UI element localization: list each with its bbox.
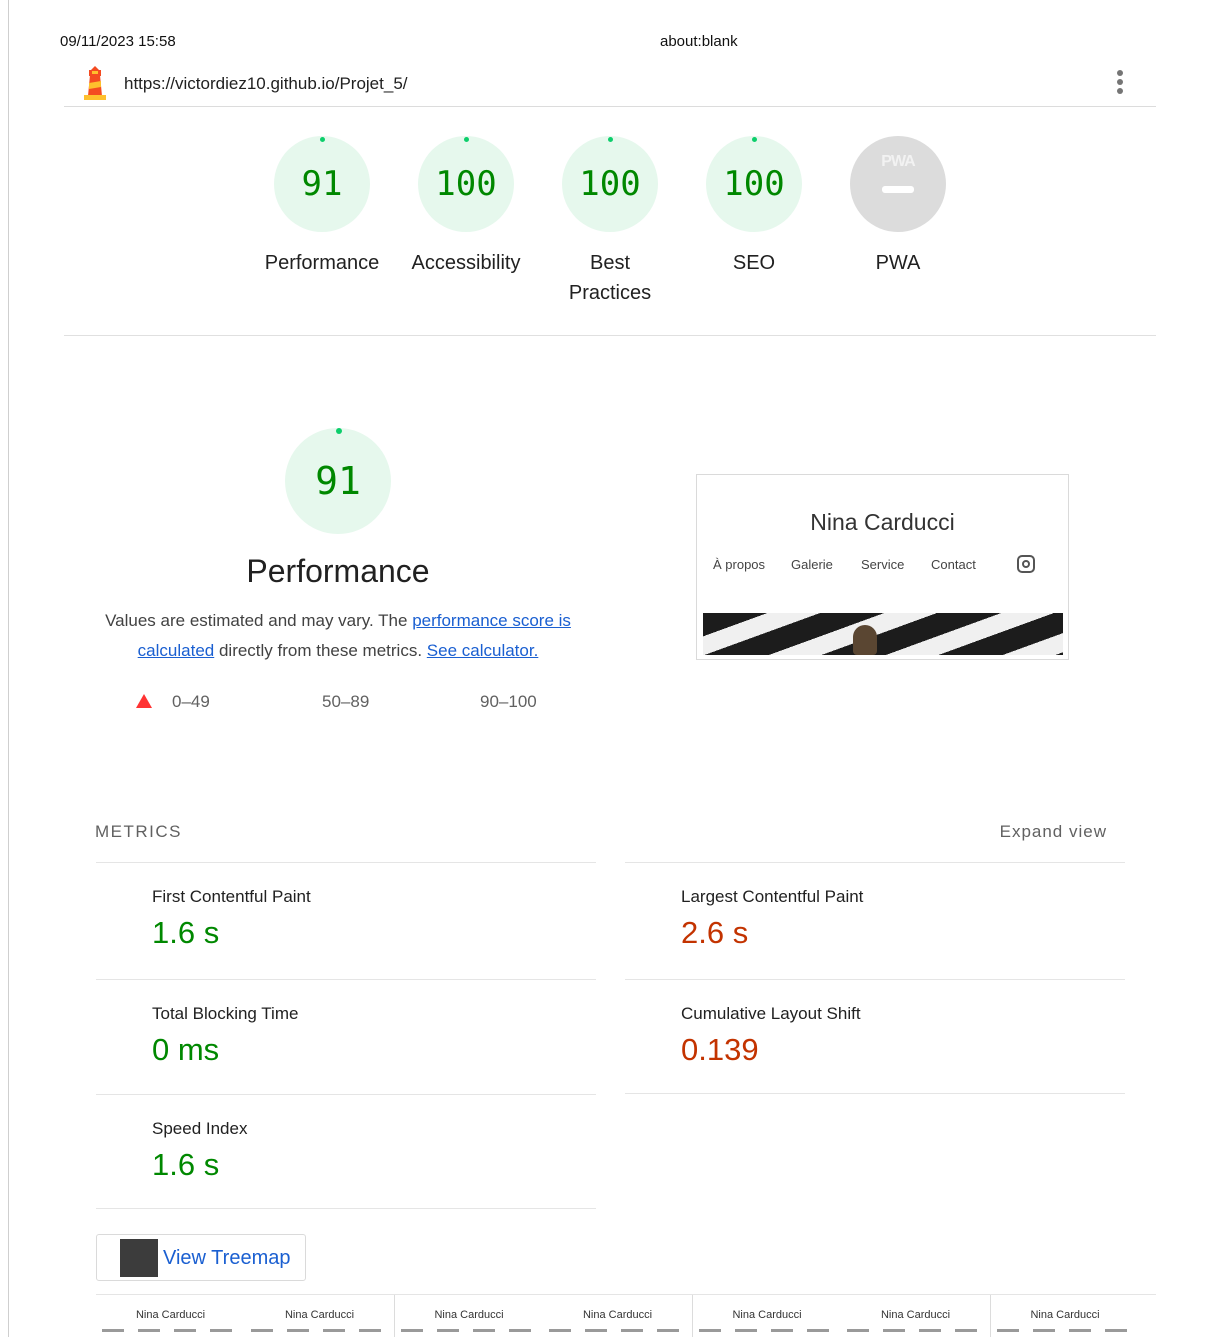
gauge-score: 91 xyxy=(301,164,343,204)
screenshot-nav-item: Contact xyxy=(931,557,976,572)
print-date: 09/11/2023 15:58 xyxy=(60,33,176,50)
metric-label: Largest Contentful Paint xyxy=(681,887,864,906)
gauge-circle: 91 xyxy=(274,136,370,232)
performance-score: 91 xyxy=(315,459,361,503)
fail-triangle-icon xyxy=(136,694,152,708)
report-topbar: https://victordiez10.github.io/Projet_5/ xyxy=(64,62,1156,107)
performance-description: Values are estimated and may vary. The p… xyxy=(98,606,578,666)
metric-value: 0.139 xyxy=(681,1032,759,1067)
filmstrip-frame: Nina Carducci xyxy=(245,1295,394,1337)
metric-value: 1.6 s xyxy=(152,1147,220,1182)
filmstrip: Nina Carducci Nina Carducci Nina Carducc… xyxy=(96,1294,1156,1337)
frame-title: Nina Carducci xyxy=(284,1309,355,1321)
gauge-accessibility[interactable]: 100 Accessibility xyxy=(394,136,538,278)
frame-title: Nina Carducci xyxy=(880,1309,951,1321)
pwa-badge-icon: PWA xyxy=(850,136,946,232)
gauge-seo[interactable]: 100 SEO xyxy=(682,136,826,278)
print-title: about:blank xyxy=(660,33,738,50)
report-url[interactable]: https://victordiez10.github.io/Projet_5/ xyxy=(124,74,408,94)
gauge-label: Performance xyxy=(264,252,380,274)
view-treemap-button[interactable]: View Treemap xyxy=(96,1234,306,1281)
gauge-label: Accessibility xyxy=(411,252,521,274)
print-header: 09/11/2023 15:58 about:blank xyxy=(60,33,1156,53)
legend-fail-label: 0–49 xyxy=(172,692,210,711)
filmstrip-frame: Nina Carducci xyxy=(692,1295,841,1337)
treemap-label: View Treemap xyxy=(163,1247,291,1269)
lighthouse-icon xyxy=(84,66,106,100)
desc-text: directly from these metrics. xyxy=(214,641,427,660)
metric-divider xyxy=(96,1208,596,1209)
metric-first-contentful-paint: First Contentful Paint 1.6 s xyxy=(96,862,596,978)
frame-title: Nina Carducci xyxy=(582,1309,653,1321)
metric-label: Cumulative Layout Shift xyxy=(681,1004,861,1023)
metric-value: 0 ms xyxy=(152,1032,220,1067)
filmstrip-frame: Nina Carducci xyxy=(96,1295,245,1337)
score-scale-legend: 0–49 50–89 90–100 xyxy=(136,692,576,716)
metric-total-blocking-time: Total Blocking Time 0 ms xyxy=(96,979,596,1095)
metric-speed-index: Speed Index 1.6 s xyxy=(96,1094,596,1210)
filmstrip-frame: Nina Carducci xyxy=(543,1295,692,1337)
frame-title: Nina Carducci xyxy=(434,1309,504,1321)
gauge-label: PWA xyxy=(875,252,921,274)
legend-fail: 0–49 xyxy=(136,692,210,712)
performance-gauge: 91 xyxy=(285,428,391,534)
metric-largest-contentful-paint: Largest Contentful Paint 2.6 s xyxy=(625,862,1125,978)
pwa-badge-text: PWA xyxy=(881,153,915,170)
gauge-score: 100 xyxy=(723,164,785,204)
gauge-pwa[interactable]: PWA PWA xyxy=(826,136,970,278)
metric-label: Speed Index xyxy=(152,1119,248,1138)
metric-label: First Contentful Paint xyxy=(152,887,311,906)
screenshot-nav-item: À propos xyxy=(713,557,766,572)
screenshot-nav-item: Galerie xyxy=(791,557,833,572)
filmstrip-frame: Nina Carducci xyxy=(990,1295,1139,1337)
treemap-icon xyxy=(120,1239,158,1277)
gauge-label: SEO xyxy=(732,252,776,274)
metric-label: Total Blocking Time xyxy=(152,1004,299,1023)
screenshot-banner-image xyxy=(703,613,1063,655)
gauge-circle: 100 xyxy=(418,136,514,232)
category-gauges: 91 Performance 100 Accessibility 100 Bes… xyxy=(250,136,950,316)
gauge-score: 100 xyxy=(435,164,497,204)
gauge-performance[interactable]: 91 Performance xyxy=(250,136,394,278)
metric-divider xyxy=(625,1093,1125,1094)
screenshot-site-title: Nina Carducci xyxy=(810,509,955,535)
gauge-circle: 100 xyxy=(706,136,802,232)
see-calculator-link[interactable]: See calculator. xyxy=(427,641,539,660)
metrics-header: METRICS Expand view xyxy=(95,822,1107,842)
frame-title: Nina Carducci xyxy=(1030,1309,1100,1321)
legend-average: 50–89 xyxy=(322,692,370,711)
filmstrip-frame: Nina Carducci xyxy=(841,1295,990,1337)
metric-value: 1.6 s xyxy=(152,915,220,950)
page-border xyxy=(8,0,9,1337)
screenshot-nav-item: Service xyxy=(861,557,905,572)
performance-title: Performance xyxy=(246,553,430,589)
legend-pass: 90–100 xyxy=(480,692,537,711)
gauge-label: Best Practices xyxy=(568,252,652,304)
metric-value: 2.6 s xyxy=(681,915,749,950)
section-divider xyxy=(64,335,1156,336)
instagram-icon xyxy=(1017,555,1035,573)
frame-title: Nina Carducci xyxy=(732,1309,802,1321)
filmstrip-frame: Nina Carducci xyxy=(394,1295,543,1337)
kebab-menu-icon[interactable] xyxy=(1116,70,1124,98)
desc-text: Values are estimated and may vary. The xyxy=(105,611,413,630)
gauge-best-practices[interactable]: 100 Best Practices xyxy=(538,136,682,308)
final-screenshot[interactable]: Nina Carducci À propos Galerie Service C… xyxy=(696,474,1069,660)
expand-view-button[interactable]: Expand view xyxy=(1000,822,1107,842)
metric-cumulative-layout-shift: Cumulative Layout Shift 0.139 xyxy=(625,979,1125,1095)
gauge-score: 100 xyxy=(579,164,641,204)
metrics-title: METRICS xyxy=(95,822,182,841)
gauge-circle: 100 xyxy=(562,136,658,232)
frame-title: Nina Carducci xyxy=(135,1309,206,1321)
